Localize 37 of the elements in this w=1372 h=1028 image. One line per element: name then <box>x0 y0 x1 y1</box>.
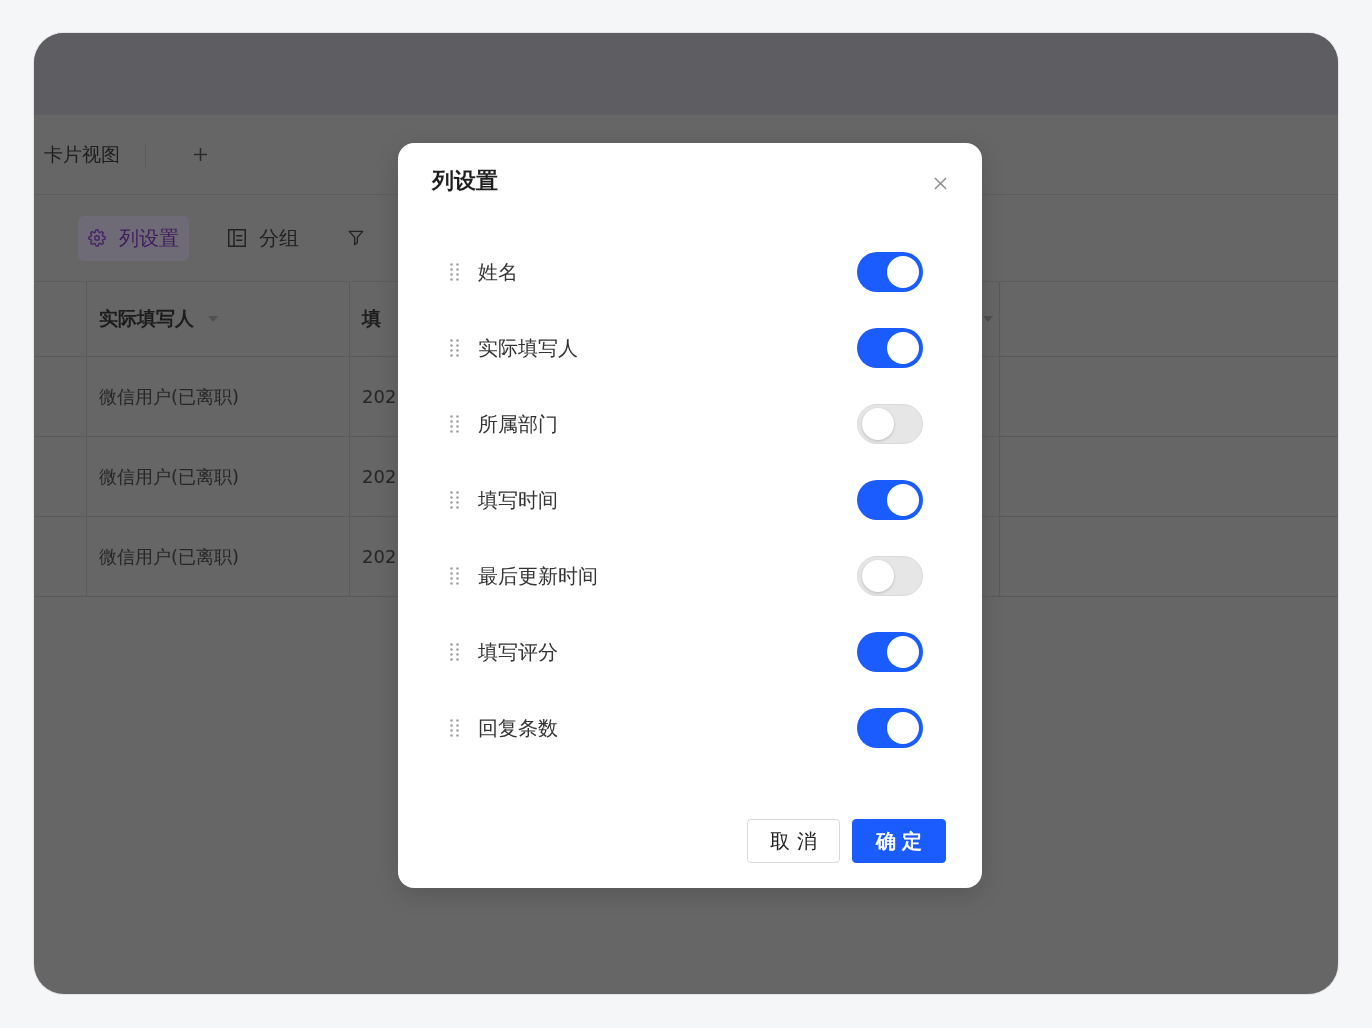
toggle-switch[interactable] <box>857 708 923 748</box>
drag-handle-icon[interactable] <box>450 567 459 585</box>
gear-icon <box>88 229 106 247</box>
table-cell: 微信用户(已离职) <box>87 437 350 517</box>
toggle-switch[interactable] <box>857 632 923 672</box>
table-cell: 微信用户(已离职) <box>87 517 350 597</box>
column-name: 所属部门 <box>478 410 559 438</box>
column-name: 填写评分 <box>478 638 559 666</box>
drag-handle-icon[interactable] <box>450 491 459 509</box>
column-header-label: 填 <box>362 306 381 331</box>
table-cell: 微信用户(已离职) <box>87 357 350 437</box>
drag-handle-icon[interactable] <box>450 339 459 357</box>
column-name: 回复条数 <box>478 714 559 742</box>
drag-handle-icon[interactable] <box>450 643 459 661</box>
caret-down-icon[interactable] <box>983 316 993 322</box>
cancel-button[interactable]: 取 消 <box>747 819 840 863</box>
toggle-switch[interactable] <box>857 252 923 292</box>
dialog-title: 列设置 <box>432 167 498 195</box>
drag-handle-icon[interactable] <box>450 415 459 433</box>
toggle-switch[interactable] <box>857 404 923 444</box>
group-button[interactable]: 分组 <box>218 215 309 261</box>
column-name: 最后更新时间 <box>478 562 599 590</box>
drag-handle-icon[interactable] <box>450 263 459 281</box>
toggle-switch[interactable] <box>857 328 923 368</box>
table-layout-icon <box>228 229 246 247</box>
toggle-switch[interactable] <box>857 556 923 596</box>
toggle-switch[interactable] <box>857 480 923 520</box>
plus-icon[interactable] <box>193 147 208 162</box>
column-header-label: 实际填写人 <box>99 306 194 331</box>
view-tab[interactable]: 卡片视图 <box>44 141 120 168</box>
close-icon[interactable] <box>934 176 947 190</box>
column-name: 填写时间 <box>478 486 559 514</box>
drag-handle-icon[interactable] <box>450 719 459 737</box>
column-name: 姓名 <box>478 258 519 286</box>
column-settings-button[interactable]: 列设置 <box>78 215 189 261</box>
confirm-button[interactable]: 确 定 <box>852 819 946 863</box>
filter-icon <box>348 230 364 246</box>
